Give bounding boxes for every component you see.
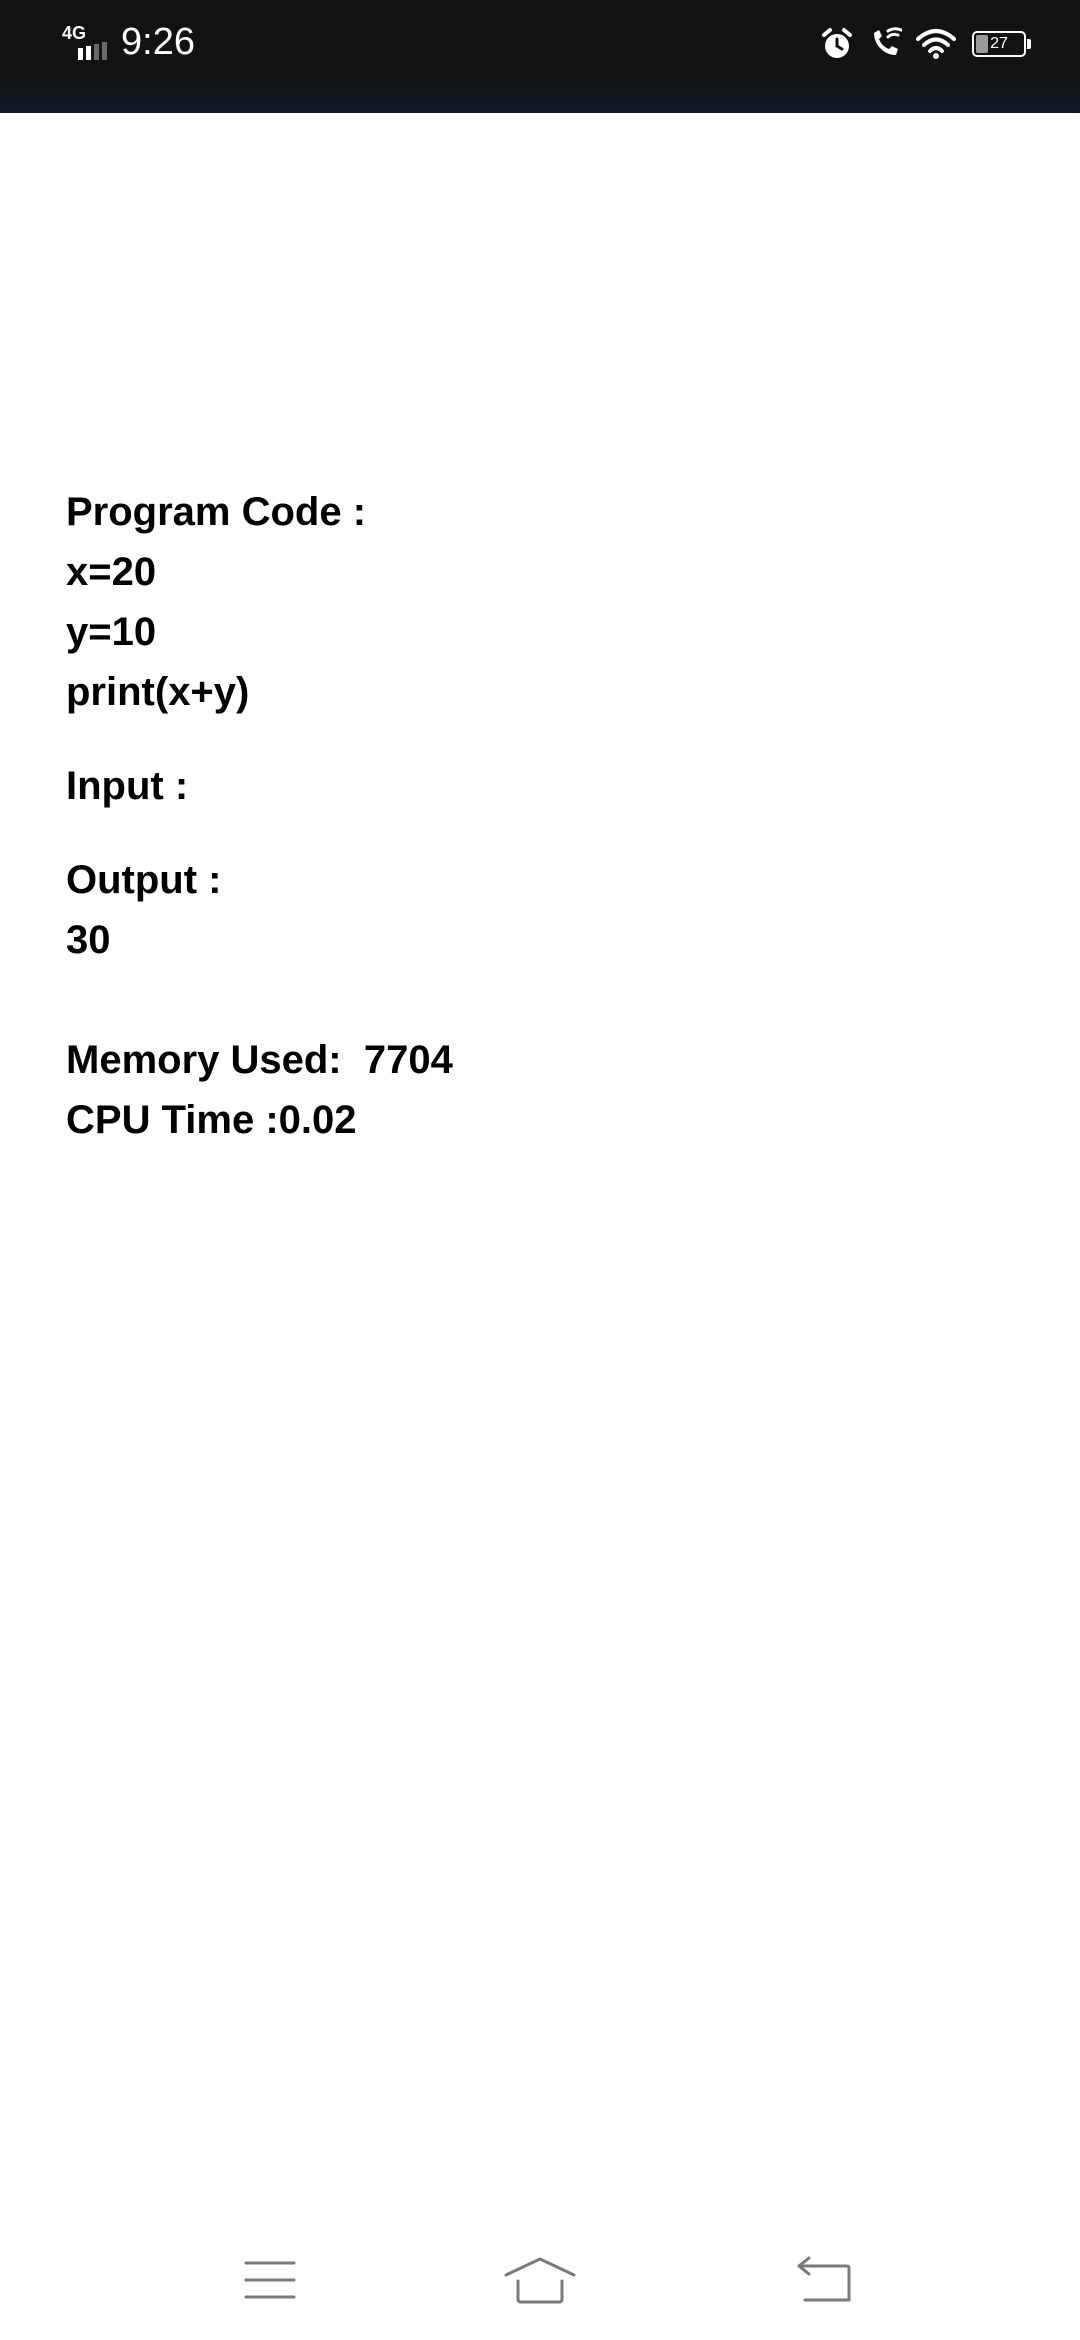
network-type: 4G — [62, 23, 87, 43]
signal-icon — [78, 42, 107, 60]
home-icon — [504, 2257, 576, 2304]
wifi-calling-icon — [868, 27, 902, 61]
code-line: y=10 — [66, 610, 157, 654]
cpu-time: CPU Time :0.02 — [66, 1098, 357, 1142]
battery-icon: 27 — [972, 31, 1031, 57]
back-icon — [797, 2256, 851, 2302]
menu-icon — [244, 2261, 296, 2299]
back-button[interactable] — [784, 2250, 864, 2310]
code-line: print(x+y) — [66, 670, 250, 714]
memory-used: Memory Used: 7704 — [66, 1038, 453, 1082]
program-result: Program Code : x=20 y=10 print(x+y) Inpu… — [66, 482, 1026, 1150]
input-label: Input : — [66, 764, 189, 808]
output-label: Output : — [66, 858, 222, 902]
navigation-bar — [0, 2220, 1080, 2340]
output-value: 30 — [66, 918, 111, 962]
menu-button[interactable] — [230, 2250, 310, 2310]
mobile-network: 4G — [62, 24, 112, 60]
code-line: x=20 — [66, 550, 157, 594]
status-icons: 27 — [806, 24, 1031, 64]
program-code-label: Program Code : — [66, 490, 367, 534]
status-time: 9:26 — [121, 21, 195, 63]
program-code: x=20 y=10 print(x+y) — [66, 542, 1026, 722]
status-bar: 4G 9:26 27 — [0, 0, 1080, 113]
home-button[interactable] — [500, 2250, 580, 2310]
battery-level: 27 — [990, 35, 1008, 52]
alarm-icon — [820, 27, 854, 61]
wifi-icon — [916, 27, 956, 61]
